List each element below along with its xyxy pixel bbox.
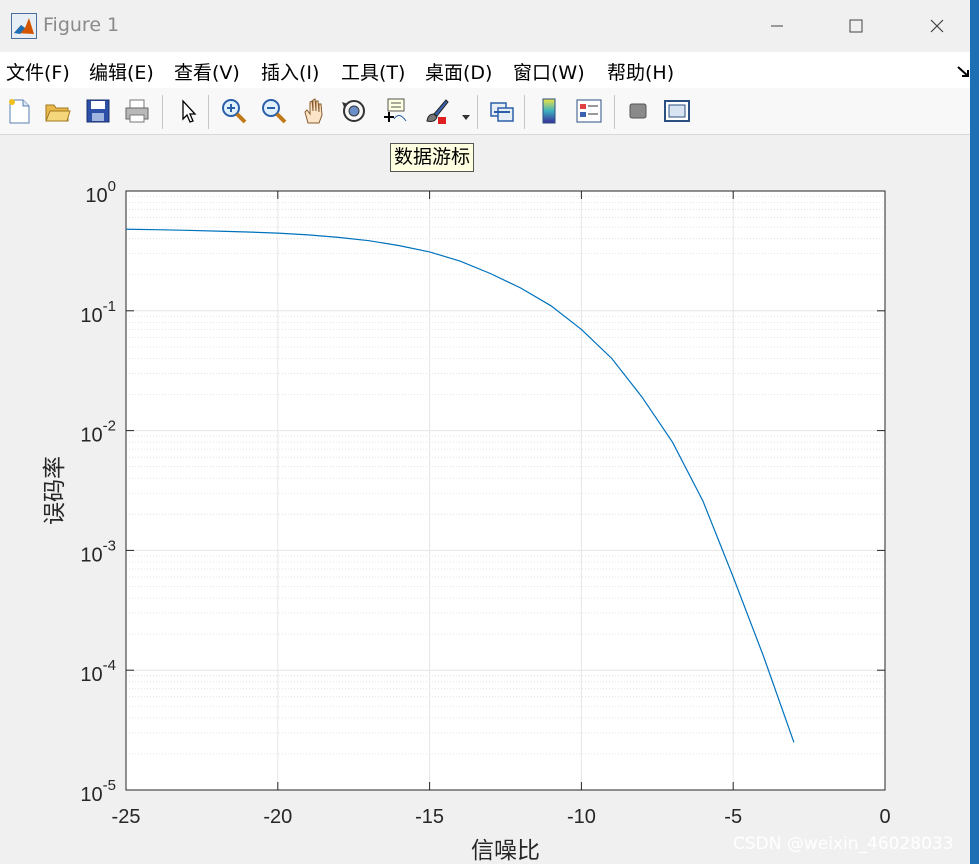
x-tick-label: -20 — [263, 806, 292, 828]
y-tick-label: 10-4 — [80, 657, 116, 686]
x-tick-label: -5 — [724, 806, 742, 828]
x-axis-label: 信噪比 — [471, 838, 540, 864]
y-tick-label: 100 — [85, 178, 116, 207]
y-axis-label: 误码率 — [42, 456, 68, 525]
data-line — [125, 228, 795, 743]
x-tick-label: -10 — [567, 806, 596, 828]
watermark: CSDN @weixin_46028033 — [733, 834, 954, 854]
x-tick-label: 0 — [879, 806, 890, 828]
x-tick-label: -15 — [415, 806, 444, 828]
y-tick-label: 10-3 — [80, 537, 116, 566]
x-tick-label: -25 — [112, 806, 141, 828]
chart: -25 -20 -15 -10 -5 0 10-5 10-4 10-3 10-2 10-1 100 信噪… — [42, 178, 891, 864]
window-edge — [970, 0, 979, 864]
y-tick-label: 10-1 — [80, 298, 116, 327]
y-tick-label: 10-5 — [80, 777, 116, 806]
y-tick-label: 10-2 — [80, 418, 116, 447]
